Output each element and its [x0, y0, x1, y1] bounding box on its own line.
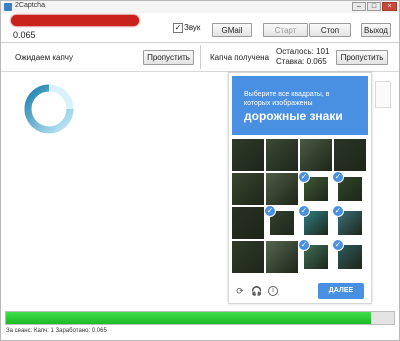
reload-icon[interactable]: ⟳	[235, 286, 245, 296]
gmail-button[interactable]: GMail	[212, 23, 252, 37]
stop-button[interactable]: Стоп	[309, 23, 351, 37]
header-divider	[1, 42, 399, 43]
selected-check-icon: ✓	[298, 171, 310, 183]
progress-fill	[6, 312, 371, 324]
info-icon[interactable]: i	[268, 286, 278, 296]
image-tile[interactable]	[232, 139, 264, 171]
verify-button[interactable]: ДАЛЕЕ	[318, 283, 364, 299]
exit-button[interactable]: Выход	[361, 23, 391, 37]
audio-icon[interactable]: 🎧	[251, 286, 262, 296]
balance-value: 0.065	[13, 30, 36, 40]
image-tile[interactable]	[232, 173, 264, 205]
remaining-count: Осталось: 101	[276, 47, 330, 56]
image-tile[interactable]	[266, 139, 298, 171]
bet-value: Ставка: 0.065	[276, 57, 327, 66]
close-button[interactable]: ×	[382, 2, 397, 11]
image-tile[interactable]	[266, 173, 298, 205]
image-tile[interactable]	[232, 241, 264, 273]
redacted-username	[11, 15, 139, 26]
instruction-target: дорожные знаки	[244, 109, 343, 123]
selected-check-icon: ✓	[298, 239, 310, 251]
recaptcha-footer: ⟳ 🎧 i ДАЛЕЕ	[232, 280, 368, 300]
received-status: Капча получена	[210, 53, 270, 62]
app-icon	[4, 3, 12, 11]
selected-check-icon: ✓	[332, 239, 344, 251]
image-tile[interactable]	[232, 207, 264, 239]
start-button[interactable]: Старт	[263, 23, 308, 37]
image-tile[interactable]	[266, 241, 298, 273]
loading-spinner-icon	[24, 84, 74, 134]
instruction-line-1: Выберите все квадраты, в	[244, 91, 330, 98]
selected-check-icon: ✓	[332, 171, 344, 183]
minimize-button[interactable]: –	[352, 2, 366, 11]
image-tile[interactable]	[334, 139, 366, 171]
selected-check-icon: ✓	[264, 205, 276, 217]
instruction-line-2: которых изображены	[244, 100, 313, 107]
window-title: 2Captcha	[15, 2, 45, 9]
title-bar: 2Captcha – □ ×	[1, 1, 399, 13]
selected-check-icon: ✓	[298, 205, 310, 217]
status-bar: За сеанс: Капч: 1 Заработано: 0.065	[6, 328, 107, 334]
recaptcha-widget: Выберите все квадраты, в которых изображ…	[228, 72, 372, 304]
sound-checkbox[interactable]: ✓	[173, 23, 183, 33]
app-window: 2Captcha – □ × 0.065 ✓ Звук GMail Старт …	[0, 0, 400, 341]
recaptcha-instructions: Выберите все квадраты, в которых изображ…	[232, 76, 368, 135]
maximize-button[interactable]: □	[367, 2, 381, 11]
panel-divider	[200, 45, 201, 69]
progress-bar	[5, 311, 395, 325]
image-grid: ✓ ✓ ✓ ✓ ✓ ✓ ✓	[232, 139, 368, 275]
side-frame	[375, 81, 391, 108]
skip-button-left[interactable]: Пропустить	[143, 50, 194, 65]
waiting-status: Ожидаем капчу	[15, 53, 73, 62]
skip-button-right[interactable]: Пропустить	[336, 50, 388, 65]
sound-label: Звук	[184, 23, 201, 32]
selected-check-icon: ✓	[332, 205, 344, 217]
image-tile[interactable]	[300, 139, 332, 171]
